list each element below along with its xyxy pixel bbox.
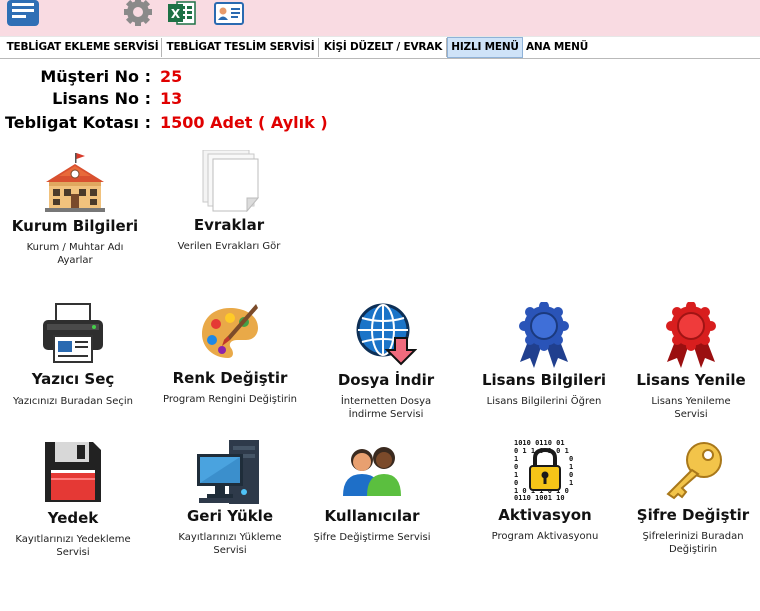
tile-lisans-yenile[interactable]: Lisans Yenile Lisans Yenileme Servisi <box>621 300 760 425</box>
tile-title: Şifre Değiştir <box>636 506 750 524</box>
tile-sifre-degistir[interactable]: Şifre Değiştir Şifrelerinizi Buradan Değ… <box>623 438 760 563</box>
tile-yazici-sec[interactable]: Yazıcı Seç Yazıcınızı Buradan Seçin <box>3 300 143 410</box>
svg-text:1: 1 <box>569 479 573 487</box>
tile-title: Geri Yükle <box>187 507 273 525</box>
tab-kisi-duzelt[interactable]: KİŞİ DÜZELT / EVRAK <box>320 38 447 57</box>
floppy-disk-icon <box>43 440 103 504</box>
svg-text:0: 0 <box>569 455 573 463</box>
mail-icon[interactable] <box>5 0 41 30</box>
tile-title: Aktivasyon <box>498 506 592 524</box>
blue-award-icon <box>512 301 576 368</box>
tile-description: Şifre Değiştirme Servisi <box>313 532 431 543</box>
tile-geri-yukle[interactable]: Geri Yükle Kayıtlarınızı Yükleme Servisi <box>160 440 300 565</box>
svg-text:1: 1 <box>514 471 518 479</box>
license-label: Lisans No : <box>52 89 151 108</box>
key-icon <box>662 440 724 500</box>
tile-description: Verilen Evrakları Gör <box>177 241 281 252</box>
excel-icon[interactable]: X <box>167 0 197 28</box>
tile-title: Dosya İndir <box>337 371 435 389</box>
tab-tebligat-ekleme[interactable]: TEBLİGAT EKLEME SERVİSİ <box>4 38 162 57</box>
svg-text:0110 1001 10: 0110 1001 10 <box>514 494 565 500</box>
svg-text:1010 0110 01: 1010 0110 01 <box>514 439 565 447</box>
svg-text:0: 0 <box>569 471 573 479</box>
tile-description: Program Rengini Değiştirin <box>163 394 297 405</box>
tile-lisans-bilgileri[interactable]: Lisans Bilgileri Lisans Bilgilerini Öğre… <box>474 300 614 410</box>
tab-hizli-menu[interactable]: HIZLI MENÜ <box>447 37 523 58</box>
tile-title: Kurum Bilgileri <box>11 217 139 235</box>
quota-value: 1500 Adet ( Aylık ) <box>160 113 328 132</box>
tile-title: Lisans Yenile <box>636 371 746 389</box>
tab-tebligat-teslim[interactable]: TEBLİGAT TESLİM SERVİSİ <box>163 38 319 57</box>
printer-icon <box>40 302 106 364</box>
svg-text:0: 0 <box>514 479 518 487</box>
documents-icon <box>197 149 261 213</box>
tile-dosya-indir[interactable]: Dosya İndir İnternetten Dosya İndirme Se… <box>316 300 456 425</box>
top-toolbar: X <box>0 0 760 36</box>
tile-kurum-bilgileri[interactable]: Kurum Bilgileri Kurum / Muhtar Adı Ayarl… <box>5 150 145 270</box>
tile-description: Program Aktivasyonu <box>491 531 599 542</box>
license-value: 13 <box>160 89 183 108</box>
tile-description: Kurum / Muhtar Adı Ayarlar <box>26 242 124 266</box>
tab-ana-menu[interactable]: ANA MENÜ <box>526 38 588 57</box>
tile-title: Yazıcı Seç <box>31 370 115 388</box>
tile-title: Renk Değiştir <box>172 369 288 387</box>
customer-value: 25 <box>160 67 183 86</box>
quota-label: Tebligat Kotası : <box>4 113 151 132</box>
tile-description: Lisans Yenileme Servisi <box>651 396 731 420</box>
tile-title: Lisans Bilgileri <box>481 371 607 389</box>
tile-description: Şifrelerinizi Buradan Değiştirin <box>642 531 744 555</box>
tile-description: Lisans Bilgilerini Öğren <box>486 396 602 407</box>
id-card-icon[interactable] <box>213 0 245 28</box>
svg-text:1: 1 <box>569 463 573 471</box>
tile-description: İnternetten Dosya İndirme Servisi <box>340 396 432 420</box>
customer-label: Müşteri No : <box>40 67 151 86</box>
tile-title: Kullanıcılar <box>324 507 420 525</box>
tile-description: Kayıtlarınızı Yükleme Servisi <box>178 532 282 556</box>
tile-kullanicilar[interactable]: Kullanıcılar Şifre Değiştirme Servisi <box>302 440 442 550</box>
school-building-icon <box>42 152 108 212</box>
globe-download-icon <box>355 302 418 366</box>
tile-yedek[interactable]: Yedek Kayıtlarınızı Yedekleme Servisi <box>3 440 143 565</box>
svg-text:X: X <box>171 7 181 21</box>
tile-aktivasyon[interactable]: 1010 0110 01 0 1 1 0 1 0 1 10 01 10 01 1… <box>475 438 615 548</box>
tab-bar: TEBLİGAT EKLEME SERVİSİ TEBLİGAT TESLİM … <box>0 36 760 59</box>
users-icon <box>340 442 404 498</box>
tile-renk-degistir[interactable]: Renk Değiştir Program Rengini Değiştirin <box>160 300 300 410</box>
tile-description: Yazıcınızı Buradan Seçin <box>12 396 134 407</box>
svg-text:0: 0 <box>514 463 518 471</box>
tile-title: Evraklar <box>193 216 265 234</box>
gear-icon[interactable] <box>121 0 155 28</box>
tile-description: Kayıtlarınızı Yedekleme Servisi <box>15 534 131 558</box>
red-award-icon <box>659 301 723 368</box>
computer-icon <box>195 440 265 504</box>
palette-icon <box>200 302 260 360</box>
tile-evraklar[interactable]: Evraklar Verilen Evrakları Gör <box>159 149 299 260</box>
padlock-icon: 1010 0110 01 0 1 1 0 1 0 1 10 01 10 01 1… <box>512 438 578 502</box>
tile-title: Yedek <box>47 509 99 527</box>
svg-text:1: 1 <box>514 455 518 463</box>
